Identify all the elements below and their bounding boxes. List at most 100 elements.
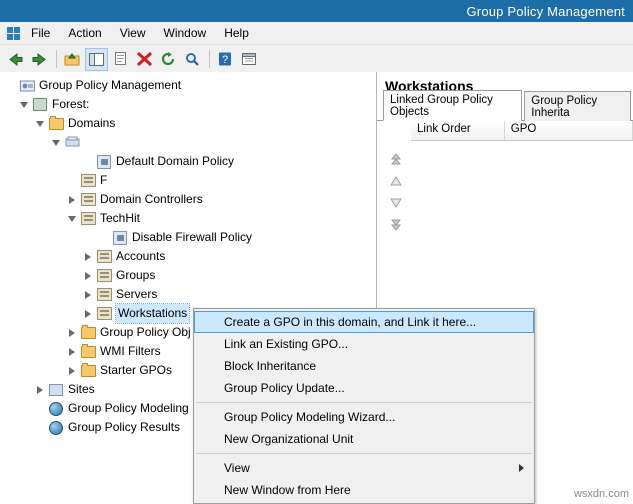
twisty-placeholder	[81, 152, 95, 171]
twisty-placeholder	[65, 171, 79, 190]
gpo-icon	[111, 230, 129, 246]
tree-label: Sites	[68, 382, 95, 396]
title-bar: Group Policy Management	[0, 0, 633, 22]
context-menu-item-block-inheritance[interactable]: Block Inheritance	[194, 355, 534, 377]
up-folder-icon[interactable]	[61, 48, 84, 71]
menu-bar: File Action View Window Help	[0, 22, 633, 45]
context-menu-item-group-policy-update[interactable]: Group Policy Update...	[194, 377, 534, 399]
tree-node-ou-f[interactable]: F	[4, 171, 376, 190]
gpm-icon	[18, 78, 36, 94]
twisty-workstations[interactable]	[81, 304, 95, 323]
context-menu-item-link-existing-gpo[interactable]: Link an Existing GPO...	[194, 333, 534, 355]
tree-node-accounts[interactable]: Accounts	[4, 247, 376, 266]
context-menu-label: New Organizational Unit	[224, 432, 354, 446]
menu-item-help[interactable]: Help	[215, 24, 258, 42]
twisty-accounts[interactable]	[81, 247, 95, 266]
tree-node-techhit[interactable]: TechHit	[4, 209, 376, 228]
move-up-button[interactable]	[386, 170, 406, 192]
folder-icon	[47, 115, 65, 132]
toolbar-separator	[56, 50, 57, 68]
ou-icon	[79, 173, 97, 189]
watermark: wsxdn.com	[573, 488, 629, 500]
twisty-wmi-filters[interactable]	[65, 342, 79, 361]
back-button[interactable]	[4, 48, 27, 71]
context-menu-item-view[interactable]: View	[194, 457, 534, 479]
link-order-buttons	[385, 148, 407, 236]
twisty-servers[interactable]	[81, 285, 95, 304]
context-menu-item-new-window-from-here[interactable]: New Window from Here	[194, 479, 534, 501]
tree-node-domain[interactable]	[4, 133, 376, 152]
context-menu: Create a GPO in this domain, and Link it…	[193, 308, 535, 504]
move-down-button[interactable]	[386, 192, 406, 214]
ou-icon	[79, 192, 97, 208]
context-menu-item-group-policy-modeling-wizard[interactable]: Group Policy Modeling Wizard...	[194, 406, 534, 428]
tree-node-group-policy-management[interactable]: Group Policy Management	[4, 76, 376, 95]
search-icon[interactable]	[181, 48, 204, 71]
tree-label: F	[100, 173, 108, 187]
context-menu-separator	[196, 402, 532, 403]
twisty-sites[interactable]	[33, 380, 47, 399]
menu-item-action[interactable]: Action	[59, 24, 110, 42]
twisty-placeholder	[33, 399, 47, 418]
tree-node-disable-firewall-policy[interactable]: Disable Firewall Policy	[4, 228, 376, 247]
column-header-link-order[interactable]: Link Order	[411, 121, 505, 140]
tree-label: Group Policy Management	[39, 78, 182, 92]
svg-text:?: ?	[222, 54, 228, 66]
twisty-placeholder	[4, 76, 18, 95]
context-menu-label: Link an Existing GPO...	[224, 337, 349, 351]
gpmc-window: Group Policy Management File Action View…	[0, 0, 633, 504]
tree-node-groups[interactable]: Groups	[4, 266, 376, 285]
folder-icon	[79, 324, 97, 341]
chevron-right-icon	[519, 464, 524, 472]
move-bottom-button[interactable]	[386, 214, 406, 236]
context-menu-label: New Window from Here	[224, 483, 351, 497]
tab-linked-group-policy-objects[interactable]: Linked Group Policy Objects	[383, 90, 523, 121]
tree-node-domain-controllers[interactable]: Domain Controllers	[4, 190, 376, 209]
tree-node-servers[interactable]: Servers	[4, 285, 376, 304]
context-menu-item-new-organizational-unit[interactable]: New Organizational Unit	[194, 428, 534, 450]
tree-label: Groups	[116, 268, 156, 282]
twisty-domain-controllers[interactable]	[65, 190, 79, 209]
context-menu-separator-2	[196, 453, 532, 454]
twisty-groups[interactable]	[81, 266, 95, 285]
twisty-domain[interactable]	[49, 133, 63, 152]
forest-icon	[31, 97, 49, 113]
ou-icon	[79, 211, 97, 227]
tree-label: Domain Controllers	[100, 192, 203, 206]
tree-node-forest[interactable]: Forest:	[4, 95, 376, 114]
menu-item-window[interactable]: Window	[155, 24, 216, 42]
help-icon[interactable]: ?	[214, 48, 237, 71]
refresh-icon[interactable]	[157, 48, 180, 71]
new-window-icon[interactable]	[238, 48, 261, 71]
context-menu-label: Block Inheritance	[224, 359, 317, 373]
folder-icon	[79, 362, 97, 379]
tree-label: Group Policy Obj	[100, 325, 191, 339]
context-menu-label: View	[224, 461, 250, 475]
tree-node-domains[interactable]: Domains	[4, 114, 376, 133]
tree-label: Group Policy Results	[68, 420, 181, 434]
menu-item-view[interactable]: View	[111, 24, 155, 42]
delete-icon[interactable]	[133, 48, 156, 71]
tab-group-policy-inheritance[interactable]: Group Policy Inherita	[524, 91, 631, 121]
twisty-group-policy-objects[interactable]	[65, 323, 79, 342]
context-menu-item-create-gpo[interactable]: Create a GPO in this domain, and Link it…	[194, 311, 534, 333]
forward-button[interactable]	[28, 48, 51, 71]
move-top-button[interactable]	[386, 148, 406, 170]
menu-item-file[interactable]: File	[22, 24, 59, 42]
column-header-gpo[interactable]: GPO	[504, 121, 633, 140]
tab-label: Linked Group Policy Objects	[390, 94, 493, 118]
tree-node-default-domain-policy[interactable]: Default Domain Policy	[4, 152, 376, 171]
twisty-starter-gpos[interactable]	[65, 361, 79, 380]
tree-label: Domains	[68, 116, 116, 130]
twisty-forest[interactable]	[17, 95, 31, 114]
twisty-techhit[interactable]	[65, 209, 79, 228]
twisty-domains[interactable]	[33, 114, 47, 133]
tree-label: Default Domain Policy	[116, 154, 235, 168]
tree-label: Forest:	[52, 97, 90, 111]
properties-icon[interactable]	[109, 48, 132, 71]
gpo-icon	[95, 154, 113, 170]
show-tree-icon[interactable]	[85, 47, 108, 71]
tree-label: Disable Firewall Policy	[132, 230, 253, 244]
window-menu-icon[interactable]	[4, 26, 22, 40]
context-menu-label: Create a GPO in this domain, and Link it…	[224, 315, 477, 329]
